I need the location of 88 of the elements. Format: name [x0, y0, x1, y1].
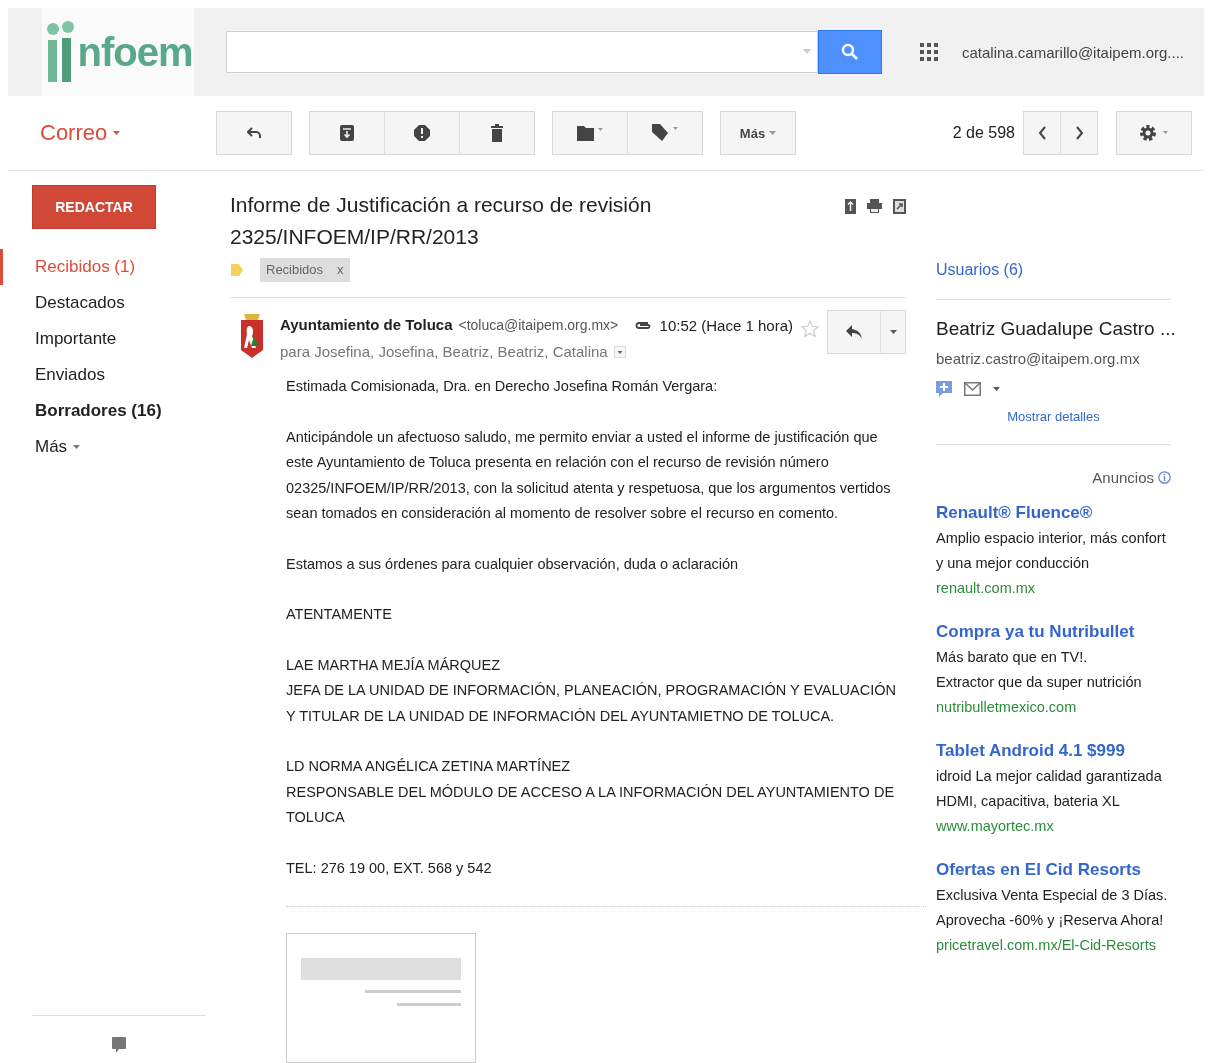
ad-title-link[interactable]: Compra ya tu Nutribullet — [936, 619, 1135, 645]
coat-of-arms-icon — [238, 314, 266, 360]
logo-text: nfoem — [77, 29, 193, 75]
spam-button[interactable] — [384, 111, 460, 155]
folder-link[interactable]: Enviados — [0, 357, 206, 393]
caret-icon — [113, 131, 121, 135]
contact-email: beatriz.castro@itaipem.org.mx — [936, 350, 1140, 367]
folder-link[interactable]: Destacados — [0, 285, 206, 321]
ad-title-link[interactable]: Renault® Fluence® — [936, 500, 1093, 526]
expand-all-icon[interactable] — [845, 199, 856, 214]
ad-text: Extractor que da super nutrición — [936, 673, 1142, 692]
settings-icon — [1139, 123, 1169, 143]
message-text: TEL: 276 19 00, EXT. 568 y 542 — [286, 858, 493, 878]
message-time: 10:52 (Hace 1 hora) — [659, 317, 793, 334]
search-field[interactable] — [226, 30, 818, 73]
logo[interactable]: nfoem — [42, 8, 194, 96]
message-text: LD NORMA ANGÉLICA ZETINA MARTÍNEZ — [286, 757, 572, 776]
search-icon — [841, 42, 859, 61]
caret-icon — [769, 131, 777, 135]
apps-grid-icon[interactable] — [920, 43, 938, 61]
chevron-right-icon — [1074, 126, 1084, 140]
caret-icon[interactable] — [993, 387, 1000, 391]
show-details-link[interactable]: Mostrar detalles — [1007, 409, 1100, 424]
ad-text: Más barato que en TV!. — [936, 648, 1088, 667]
mail-menu[interactable]: Correo — [8, 119, 216, 147]
mail-icon[interactable] — [964, 382, 981, 396]
ad-url[interactable]: www.mayortec.mx — [936, 814, 1054, 839]
message-text: Estamos a sus órdenes para cualquier observación, duda o aclaración — [286, 554, 740, 574]
settings-button[interactable] — [1116, 111, 1192, 155]
star-icon[interactable] — [801, 320, 819, 338]
more-link[interactable]: Más — [0, 429, 206, 465]
ads-heading: Anuncios — [1092, 469, 1154, 486]
ad-url[interactable]: renault.com.mx — [936, 576, 1036, 601]
ad-title-link[interactable]: Ofertas en El Cid Resorts — [936, 857, 1141, 883]
tag-icon — [652, 124, 678, 142]
ad-text: idroid La mejor calidad garantizada — [936, 767, 1162, 786]
chat-bubble-icon[interactable] — [112, 1037, 126, 1053]
new-window-icon[interactable] — [893, 199, 906, 214]
ad-url[interactable]: nutribulletmexico.com — [936, 695, 1077, 720]
trash-icon — [491, 124, 503, 142]
search-button[interactable] — [818, 29, 882, 74]
info-icon[interactable] — [1158, 471, 1171, 484]
compose-button[interactable]: REDACTAR — [32, 185, 156, 229]
pagination-count: 2 de 598 — [952, 124, 1015, 142]
folder-link[interactable]: Importante — [0, 321, 206, 357]
folder-link[interactable]: Borradores (16) — [0, 393, 206, 429]
ad-text: Amplio espacio interior, más confort y una mejor conducción — [936, 529, 1167, 573]
message-text: Estimada Comisionada, Dra. en Derecho Josefina Román Vergara: — [286, 377, 719, 396]
message-text: ATENTAMENTE — [286, 605, 393, 624]
remove-label-button[interactable]: x — [337, 261, 344, 278]
message-text: Anticipándole un afectuoso saludo, me permito enviar a usted el informe de justificación que este Ayuntamiento de Toluca presenta en relación con el recurso de revisión número 02325/INFOEM/IP/RR/2013, con la solicitud atenta y respetuosa, que los argumentos vertidos sean tomados en consideración al momento de resolver sobre el recurso en comento. — [286, 427, 892, 523]
caret-icon — [73, 445, 81, 449]
message-text: RESPONSABLE DEL MÓDULO DE ACCESO A LA INFORMACIÓN DEL AYUNTAMIENTO DE TOLUCA — [286, 782, 896, 827]
caret-icon — [889, 330, 897, 334]
account-email[interactable]: catalina.camarillo@itaipem.org.... — [962, 43, 1184, 61]
sender-email: <toluca@itaipem.org.mx> — [458, 317, 619, 333]
importance-marker-icon — [230, 262, 244, 277]
label-button[interactable] — [627, 111, 703, 155]
chevron-left-icon — [1037, 126, 1047, 140]
print-icon[interactable] — [867, 199, 882, 213]
more-button[interactable]: Más — [720, 111, 796, 155]
ad-text: HDMI, capacitiva, bateria XL — [936, 792, 1120, 811]
ad-text: Exclusiva Venta Especial de 3 Días. Aprovecha -60% y ¡Reserva Ahora! — [936, 886, 1169, 930]
label-chip: Recibidos x — [260, 257, 350, 282]
back-arrow-icon — [247, 127, 261, 139]
folder-icon — [577, 125, 603, 141]
folder-button[interactable] — [552, 111, 628, 155]
ad-title-link[interactable]: Tablet Android 4.1 $999 — [936, 738, 1125, 764]
archive-button[interactable] — [309, 111, 385, 155]
delete-button[interactable] — [459, 111, 535, 155]
folder-link[interactable]: Recibidos (1) — [0, 249, 206, 285]
people-link[interactable]: Usuarios (6) — [936, 261, 1024, 279]
paperclip-icon — [633, 320, 652, 331]
email-subject: Informe de Justificación a recurso de revisión 2325/INFOEM/IP/RR/2013 — [230, 192, 653, 250]
details-dropdown-icon[interactable] — [613, 345, 626, 358]
attachment-thumbnail[interactable] — [286, 933, 476, 1063]
caret-icon — [803, 49, 811, 54]
recipients-text: para Josefina, Josefina, Beatriz, Beatriz, Catalina — [280, 343, 608, 360]
sender-name: Ayuntamiento de Toluca — [280, 316, 453, 333]
reply-button[interactable] — [827, 310, 881, 354]
archive-icon — [340, 125, 354, 141]
message-text: JEFA DE LA UNIDAD DE INFORMACIÓN, PLANEACIÓN, PROGRAMACIÓN Y EVALUACIÓN Y TITULAR DE LA UNIDAD DE INFORMACIÓN DEL AYUNTAMIETNO DE TOLUCA. — [286, 681, 897, 726]
chat-add-icon[interactable] — [936, 381, 952, 397]
ad-url[interactable]: pricetravel.com.mx/El-Cid-Resorts — [936, 933, 1156, 958]
reply-arrow-icon — [846, 325, 862, 339]
message-text: LAE MARTHA MEJÍA MÁRQUEZ — [286, 655, 502, 675]
exclamation-icon — [414, 125, 430, 141]
contact-name: Beatriz Guadalupe Castro ... — [936, 318, 1176, 340]
